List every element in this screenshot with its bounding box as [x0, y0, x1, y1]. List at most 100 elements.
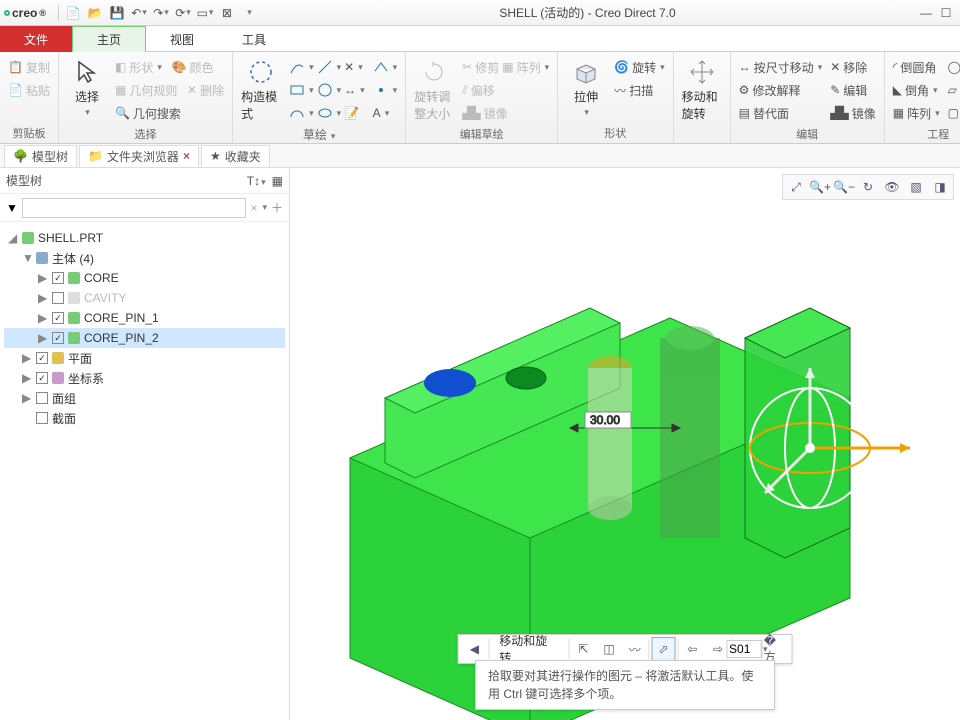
qat-redo-icon[interactable]: ↷▾ — [151, 3, 171, 23]
sweep-button[interactable]: 〰 扫描 — [612, 79, 667, 101]
group-select: 选择▾ ◧ 形状▾ 🎨 颜色 ▦ 几何规则 ✕ 删除 🔍 几何搜索 选择 — [59, 52, 233, 143]
qat-open-icon[interactable]: 📂 — [85, 3, 105, 23]
sketch-arc-button[interactable]: ▾ ▾ 📝 — [287, 102, 367, 124]
axis-icon[interactable]: ⇱ — [572, 637, 596, 661]
geomsearch-button[interactable]: 🔍 几何搜索 — [113, 102, 226, 124]
graphics-area[interactable]: ⤢ 🔍+ 🔍− ↻ 👁 ▧ ◨ — [290, 168, 960, 720]
window-controls: — ☐ — [916, 3, 956, 23]
rotate-icon — [420, 58, 448, 86]
pattern-button[interactable]: ▦ 阵列▾ — [891, 102, 942, 124]
model-tree-panel: 模型树 T↕▾ ▦ ▼ × ▾ ＋ ◢ SHELL.PRT ▼ 主体 (4) ▶… — [0, 168, 290, 720]
tab-tools[interactable]: 工具 — [218, 26, 290, 52]
qat-save-icon[interactable]: 💾 — [107, 3, 127, 23]
qat-new-icon[interactable]: 📄 — [63, 3, 83, 23]
group-move-rotate: 移动和旋转 — [674, 52, 731, 143]
tree-search-input[interactable] — [22, 198, 247, 218]
sketch-rect-button[interactable]: ▾ ▾ ↔▾ — [287, 79, 367, 101]
sketch-line-button[interactable]: ▾ ▾ ✕▾ — [287, 56, 367, 78]
qat-close-icon[interactable]: ⊠ — [217, 3, 237, 23]
checkbox[interactable] — [52, 312, 64, 324]
set-select[interactable]: ▾ — [735, 637, 759, 661]
remove-button[interactable]: ✕ 移除 — [828, 56, 877, 78]
tree-body[interactable]: ▶ CAVITY — [4, 288, 285, 308]
cursor-icon — [73, 58, 101, 86]
round-button[interactable]: ◜ 倒圆角 — [891, 56, 942, 78]
shell-button[interactable]: ▢ 壳 — [946, 102, 960, 124]
dim-move-button[interactable]: ↔ 按尺寸移动▾ — [737, 56, 825, 78]
hole-button[interactable]: ◯ 孔 — [946, 56, 960, 78]
snap-icon[interactable]: ⬀ — [652, 637, 676, 661]
construction-mode-button[interactable]: 构造模式 — [239, 56, 283, 124]
tab-view[interactable]: 视图 — [146, 26, 218, 52]
subtab-model-tree[interactable]: 🌳 模型树 — [4, 145, 77, 167]
tree-planes[interactable]: ▶ 平面 — [4, 348, 285, 368]
extrude-button[interactable]: 拉伸▾ — [564, 56, 608, 123]
copy-button[interactable]: 📋 复制 — [6, 56, 52, 78]
tree-body[interactable]: ▶ CORE_PIN_1 — [4, 308, 285, 328]
chamfer-button[interactable]: ◣ 倒角▾ — [891, 79, 942, 101]
qat-more-icon[interactable]: ▾ — [239, 3, 259, 23]
tree-filter-icon[interactable]: ▦ — [272, 174, 283, 188]
rotate-resize-button[interactable]: 旋转调整大小 — [412, 56, 456, 124]
checkbox[interactable] — [52, 272, 64, 284]
qat-windows-icon[interactable]: ▭▾ — [195, 3, 215, 23]
free-icon[interactable]: 〰 — [623, 637, 647, 661]
tree-body-selected[interactable]: ▶ CORE_PIN_2 — [4, 328, 285, 348]
prev-icon[interactable]: ◀ — [463, 637, 487, 661]
mode-label[interactable]: 移动和旋转 — [491, 637, 566, 661]
tree-settings-icon[interactable]: T↕▾ — [247, 174, 266, 188]
checkbox[interactable] — [52, 292, 64, 304]
close-icon[interactable]: × — [183, 149, 190, 163]
move-icon — [688, 58, 716, 86]
minimize-button[interactable]: — — [916, 3, 936, 23]
geomrule-button[interactable]: ▦ 几何规则 ✕ 删除 — [113, 79, 226, 101]
part-icon — [22, 232, 34, 244]
sketch-text-button[interactable]: A▾ — [371, 102, 400, 124]
checkbox[interactable] — [36, 392, 48, 404]
shape-filter-button[interactable]: ◧ 形状▾ 🎨 颜色 — [113, 56, 226, 78]
offset-button[interactable]: ⫽ 偏移 — [460, 79, 551, 101]
edit-solve-button[interactable]: ⚙ 修改解释 — [737, 79, 825, 101]
group-label — [680, 127, 724, 141]
group-sketch: 构造模式 ▾ ▾ ✕▾ ▾ ▾ ↔▾ ▾ ▾ 📝 ▾ ▾ A▾ 草绘 ▾ — [233, 52, 406, 143]
logo-text: creo — [12, 6, 37, 20]
sketch-spline-button[interactable]: ▾ — [371, 56, 400, 78]
substitute-button[interactable]: ▤ 替代面 — [737, 102, 825, 124]
subtab-favorites[interactable]: ★ 收藏夹 — [201, 145, 270, 167]
tab-home[interactable]: 主页 — [72, 26, 146, 52]
apply-icon[interactable]: �方 — [764, 637, 788, 661]
tree-root[interactable]: ◢ SHELL.PRT — [4, 228, 285, 248]
mirror-button[interactable]: ▟▙ 镜像 — [828, 102, 877, 124]
checkbox[interactable] — [52, 332, 64, 344]
revolve-button[interactable]: 🌀 旋转▾ — [612, 56, 667, 78]
tree-body-group[interactable]: ▼ 主体 (4) — [4, 248, 285, 268]
tree-body[interactable]: ▶ CORE — [4, 268, 285, 288]
tab-file[interactable]: 文件 — [0, 26, 72, 52]
nav-prev-icon[interactable]: ⇦ — [680, 637, 704, 661]
tree-csys[interactable]: ▶ 坐标系 — [4, 368, 285, 388]
tree-quilts[interactable]: ▶ 面组 — [4, 388, 285, 408]
qat-undo-icon[interactable]: ↶▾ — [129, 3, 149, 23]
checkbox[interactable] — [36, 372, 48, 384]
filter-icon[interactable]: ▼ — [6, 201, 18, 215]
sketch-point-button[interactable]: ▾ — [371, 79, 400, 101]
maximize-button[interactable]: ☐ — [936, 3, 956, 23]
paste-button[interactable]: 📄 粘贴 — [6, 79, 52, 101]
left-subtabs: 🌳 模型树 📁 文件夹浏览器 × ★ 收藏夹 — [0, 144, 960, 168]
checkbox[interactable] — [36, 352, 48, 364]
body-icon — [68, 332, 80, 344]
tree-sections[interactable]: 截面 — [4, 408, 285, 428]
draft-button[interactable]: ▱ 拔模 — [946, 79, 960, 101]
qat-regen-icon[interactable]: ⟳▾ — [173, 3, 193, 23]
plane-icon[interactable]: ◫ — [597, 637, 621, 661]
sketch-mirror-button[interactable]: ▟▙ 镜像 — [460, 102, 551, 124]
search-dropdown[interactable]: ▾ — [262, 202, 267, 213]
move-rotate-button[interactable]: 移动和旋转 — [680, 56, 724, 127]
edit-op-button[interactable]: ✎ 编辑 — [828, 79, 877, 101]
subtab-folder-browser[interactable]: 📁 文件夹浏览器 × — [79, 145, 199, 167]
checkbox[interactable] — [36, 412, 48, 424]
clear-icon[interactable]: × — [250, 201, 257, 215]
select-button[interactable]: 选择▾ — [65, 56, 109, 124]
trim-button[interactable]: ✂ 修剪 ▦ 阵列▾ — [460, 56, 551, 78]
add-icon[interactable]: ＋ — [271, 199, 283, 216]
